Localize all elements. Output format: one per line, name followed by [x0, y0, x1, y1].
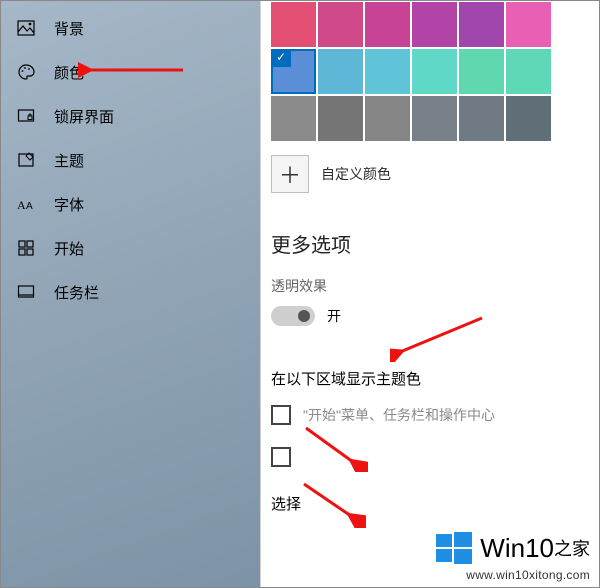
svg-text:A: A — [26, 201, 33, 212]
sidebar-item-label: 背景 — [54, 18, 84, 39]
sidebar-item-label: 字体 — [54, 194, 84, 215]
sidebar-item-taskbar[interactable]: 任务栏 — [0, 270, 260, 314]
color-swatch[interactable] — [271, 96, 316, 141]
watermark-suffix: 之家 — [554, 535, 590, 561]
sidebar-item-start[interactable]: 开始 — [0, 226, 260, 270]
color-swatch[interactable] — [318, 49, 363, 94]
taskbar-icon — [16, 282, 36, 302]
color-swatch[interactable] — [506, 49, 551, 94]
plus-icon: ＋ — [279, 158, 301, 190]
color-swatch[interactable] — [365, 96, 410, 141]
select-label: 选择 — [271, 493, 600, 514]
fonts-icon: AA — [16, 194, 36, 214]
palette-icon — [16, 62, 36, 82]
transparency-state: 开 — [327, 306, 341, 326]
color-swatch[interactable] — [412, 2, 457, 47]
accent-second-checkbox[interactable] — [271, 447, 291, 467]
show-accent-title: 在以下区域显示主题色 — [271, 368, 600, 389]
picture-icon — [16, 18, 36, 38]
toggle-knob-icon — [298, 310, 310, 322]
color-swatch[interactable] — [459, 49, 504, 94]
sidebar-item-label: 锁屏界面 — [54, 106, 114, 127]
color-swatch[interactable] — [365, 2, 410, 47]
transparency-toggle[interactable] — [271, 306, 315, 326]
transparency-label: 透明效果 — [271, 276, 600, 296]
accent-color-grid — [271, 0, 600, 141]
svg-text:A: A — [17, 198, 26, 212]
color-swatch[interactable] — [506, 96, 551, 141]
color-swatch[interactable] — [318, 2, 363, 47]
color-swatch[interactable] — [459, 96, 504, 141]
sidebar-item-lockscreen[interactable]: 锁屏界面 — [0, 94, 260, 138]
color-swatch[interactable] — [412, 96, 457, 141]
custom-color-button[interactable]: ＋ — [271, 155, 309, 193]
color-swatch[interactable] — [271, 49, 316, 94]
sidebar-item-label: 开始 — [54, 238, 84, 259]
custom-color-label: 自定义颜色 — [321, 164, 391, 184]
main-panel: ＋ 自定义颜色 更多选项 透明效果 开 在以下区域显示主题色 "开始"菜单、任务… — [260, 0, 600, 588]
color-swatch[interactable] — [459, 2, 504, 47]
accent-start-taskbar-checkbox[interactable] — [271, 405, 291, 425]
sidebar-item-label: 任务栏 — [54, 282, 99, 303]
color-swatch[interactable] — [412, 49, 457, 94]
color-swatch[interactable] — [365, 49, 410, 94]
color-swatch[interactable] — [271, 2, 316, 47]
sidebar-item-label: 颜色 — [54, 62, 84, 83]
themes-icon — [16, 150, 36, 170]
watermark: Win10 之家 www.win10xitong.com — [434, 528, 590, 568]
sidebar-item-label: 主题 — [54, 150, 84, 171]
watermark-url: www.win10xitong.com — [466, 568, 590, 582]
start-icon — [16, 238, 36, 258]
sidebar-item-themes[interactable]: 主题 — [0, 138, 260, 182]
sidebar-item-fonts[interactable]: AA 字体 — [0, 182, 260, 226]
sidebar-item-colors[interactable]: 颜色 — [0, 50, 260, 94]
settings-sidebar: 背景 颜色 锁屏界面 主题 AA 字体 — [0, 0, 260, 588]
more-options-title: 更多选项 — [271, 229, 600, 258]
color-swatch[interactable] — [506, 2, 551, 47]
lockscreen-icon — [16, 106, 36, 126]
sidebar-item-background[interactable]: 背景 — [0, 6, 260, 50]
windows-logo-icon — [434, 528, 474, 568]
accent-start-taskbar-label: "开始"菜单、任务栏和操作中心 — [303, 405, 495, 425]
watermark-brand: Win10 — [480, 533, 554, 564]
color-swatch[interactable] — [318, 96, 363, 141]
